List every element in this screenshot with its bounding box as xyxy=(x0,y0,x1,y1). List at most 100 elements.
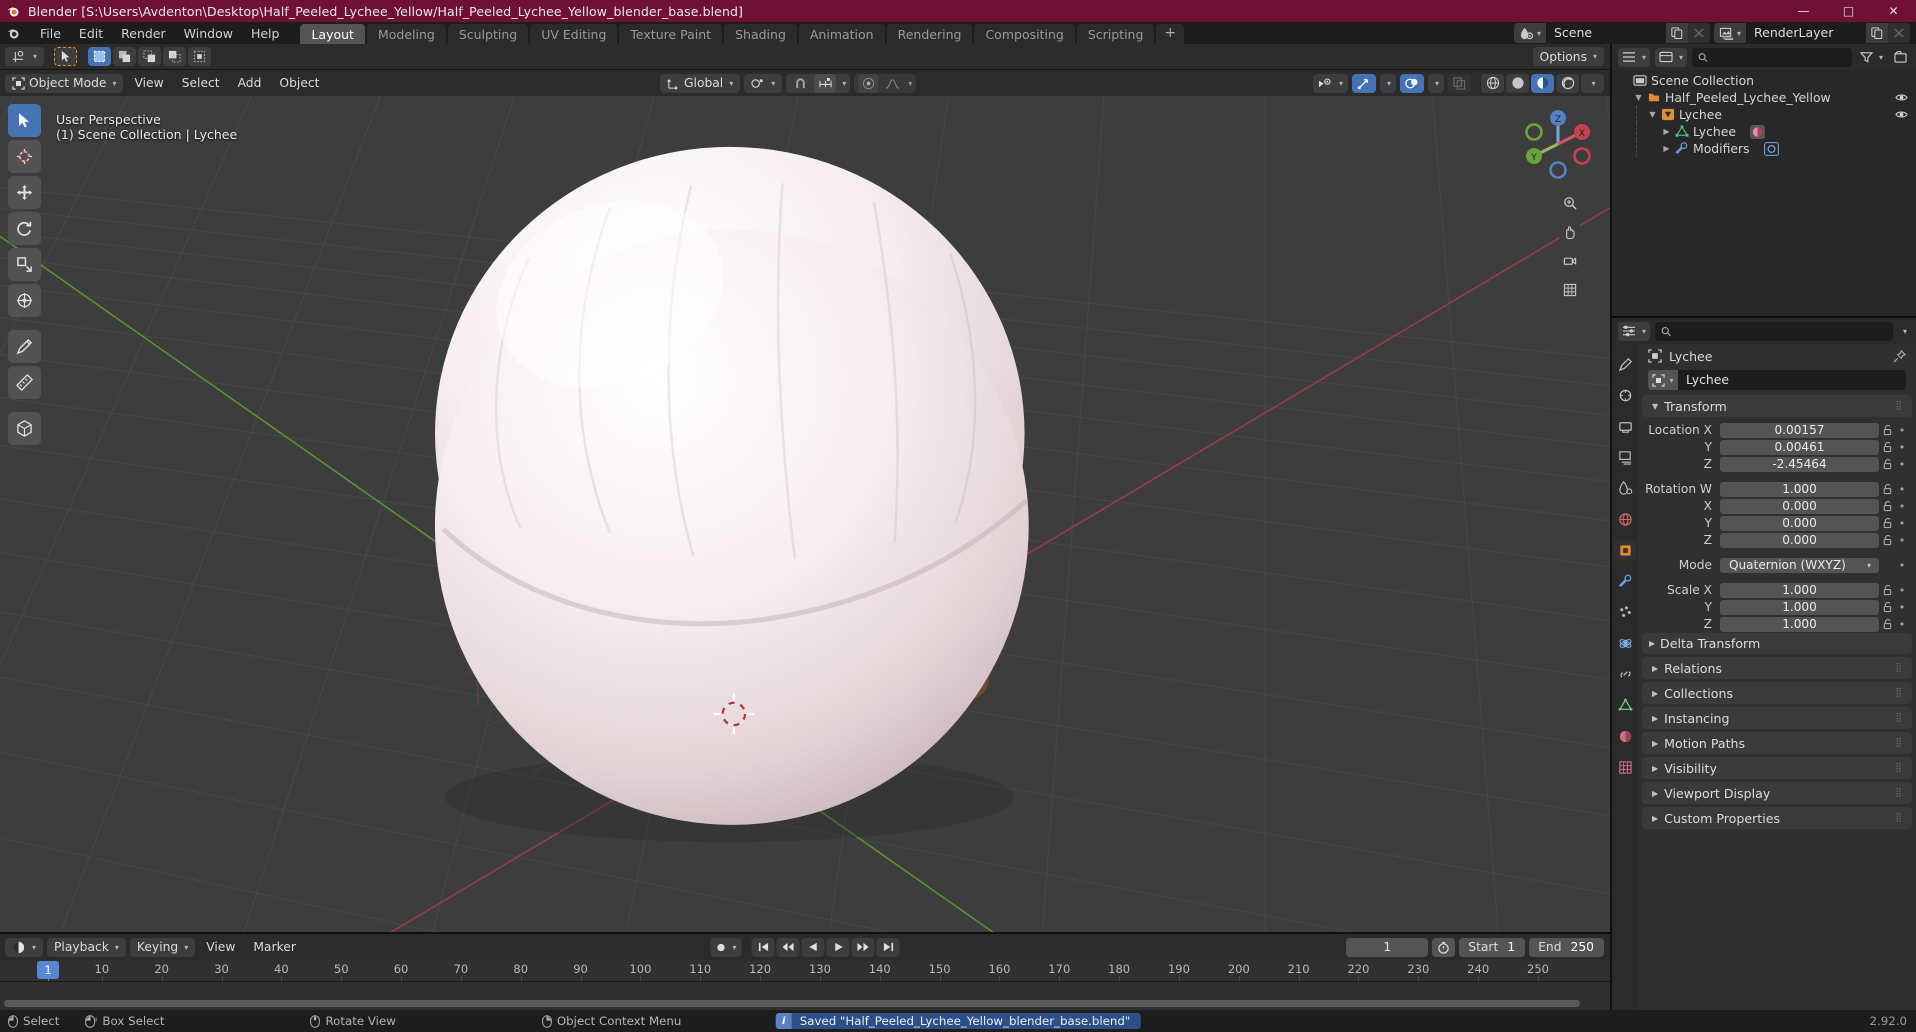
timeline-editor-type-selector[interactable]: ▾ xyxy=(5,937,44,957)
view-layer-icon[interactable]: ▾ xyxy=(1714,23,1746,43)
lock-icon[interactable] xyxy=(1879,441,1896,453)
property-value[interactable]: 1.000 xyxy=(1720,481,1879,497)
xray-toggle[interactable] xyxy=(1448,73,1471,93)
transform-tool[interactable] xyxy=(8,284,41,317)
play-icon[interactable] xyxy=(826,937,850,957)
select-intersect-icon[interactable] xyxy=(188,47,212,66)
tab-texture-paint[interactable]: Texture Paint xyxy=(619,24,723,44)
tab-scene[interactable] xyxy=(1614,478,1636,498)
new-scene-button[interactable] xyxy=(1666,23,1688,43)
lock-icon[interactable] xyxy=(1879,458,1896,470)
measure-tool[interactable] xyxy=(8,366,41,399)
toggle-ortho-icon[interactable] xyxy=(1558,278,1582,302)
outliner-row[interactable]: ▶ Modifiers xyxy=(1612,140,1916,157)
property-value[interactable]: 0.00461 xyxy=(1720,439,1879,455)
close-button[interactable]: ✕ xyxy=(1871,0,1916,22)
maximize-button[interactable]: □ xyxy=(1826,0,1871,22)
cursor-tool-icon[interactable] xyxy=(54,47,78,66)
menu-file[interactable]: File xyxy=(31,24,70,43)
menu-help[interactable]: Help xyxy=(242,24,289,43)
animate-property-icon[interactable]: • xyxy=(1896,517,1908,530)
add-workspace-button[interactable]: + xyxy=(1156,24,1185,44)
tab-scripting[interactable]: Scripting xyxy=(1076,24,1155,44)
scene-icon[interactable]: ▾ xyxy=(1514,23,1546,43)
tab-data[interactable] xyxy=(1614,695,1636,715)
tab-tool[interactable] xyxy=(1614,354,1636,374)
timeline-view-menu[interactable]: View xyxy=(199,938,242,957)
menu-window[interactable]: Window xyxy=(175,24,242,43)
select-extend-icon[interactable] xyxy=(113,47,137,66)
prev-keyframe-icon[interactable] xyxy=(776,937,800,957)
tab-animation[interactable]: Animation xyxy=(798,24,885,44)
animate-property-icon[interactable]: • xyxy=(1896,559,1908,572)
timeline-scrollbar[interactable] xyxy=(4,1000,1580,1007)
viewport-menu-select[interactable]: Select xyxy=(175,74,227,93)
panel-expand-icon[interactable]: ▶ xyxy=(1652,764,1658,773)
display-mode-selector[interactable]: ▾ xyxy=(1655,47,1688,67)
viewlayer-selector[interactable]: ▾ RenderLayer xyxy=(1714,23,1910,43)
outliner-expand-icon[interactable]: ▼ xyxy=(1632,93,1645,102)
hide-in-viewport-icon[interactable] xyxy=(1895,92,1908,103)
pin-icon[interactable] xyxy=(1893,349,1906,363)
properties-panel-header[interactable]: ▶ Viewport Display ⣿ xyxy=(1642,782,1912,804)
remove-viewlayer-button[interactable] xyxy=(1888,23,1910,43)
hide-in-viewport-icon[interactable] xyxy=(1895,109,1908,120)
panel-expand-icon[interactable]: ▶ xyxy=(1652,664,1658,673)
tab-output[interactable] xyxy=(1614,416,1636,436)
object-name-field[interactable]: Lychee xyxy=(1678,370,1906,390)
delta-transform-collapse-icon[interactable]: ▶ xyxy=(1649,639,1655,648)
tab-compositing[interactable]: Compositing xyxy=(974,24,1075,44)
animate-property-icon[interactable]: • xyxy=(1896,601,1908,614)
outliner-row[interactable]: ▼ Half_Peeled_Lychee_Yellow xyxy=(1612,89,1916,106)
outliner-row[interactable]: ▶ Lychee xyxy=(1612,123,1916,140)
solid-shading-icon[interactable] xyxy=(1506,73,1529,93)
frame-end-field[interactable]: End 250 xyxy=(1529,937,1604,957)
jump-end-icon[interactable] xyxy=(876,937,900,957)
properties-search[interactable] xyxy=(1655,321,1893,341)
tab-particles[interactable] xyxy=(1614,602,1636,622)
property-value[interactable]: 0.000 xyxy=(1720,498,1879,514)
rotate-tool[interactable] xyxy=(8,212,41,245)
lock-icon[interactable] xyxy=(1879,584,1896,596)
tweak-tool[interactable] xyxy=(8,104,41,137)
snap-magnet-icon[interactable] xyxy=(790,73,811,93)
properties-options-icon[interactable]: ▾ xyxy=(1898,322,1910,341)
timeline-track-area[interactable] xyxy=(0,982,1610,1010)
transform-panel-header[interactable]: ▼ Transform ⣿ xyxy=(1642,395,1912,417)
animate-property-icon[interactable]: • xyxy=(1896,483,1908,496)
proportional-edit-group[interactable]: ▾ xyxy=(854,73,917,93)
animate-property-icon[interactable]: • xyxy=(1896,441,1908,454)
panel-expand-icon[interactable]: ▶ xyxy=(1652,714,1658,723)
animate-property-icon[interactable]: • xyxy=(1896,458,1908,471)
panel-expand-icon[interactable]: ▶ xyxy=(1652,689,1658,698)
animate-property-icon[interactable]: • xyxy=(1896,534,1908,547)
properties-panel-header[interactable]: ▶ Motion Paths ⣿ xyxy=(1642,732,1912,754)
scale-tool[interactable] xyxy=(8,248,41,281)
lock-icon[interactable] xyxy=(1879,424,1896,436)
falloff-curve-icon[interactable] xyxy=(882,74,902,93)
lock-icon[interactable] xyxy=(1879,601,1896,613)
auto-keying-toggle[interactable]: ▾ xyxy=(710,937,742,957)
outliner-row[interactable]: Scene Collection xyxy=(1612,72,1916,89)
tab-rendering[interactable]: Rendering xyxy=(886,24,973,44)
frame-start-field[interactable]: Start 1 xyxy=(1459,937,1526,957)
transform-orientation-selector[interactable]: Global ▾ xyxy=(660,73,741,93)
transform-collapse-icon[interactable]: ▼ xyxy=(1652,402,1658,411)
viewport-menu-object[interactable]: Object xyxy=(272,74,326,93)
jump-start-icon[interactable] xyxy=(751,937,775,957)
scene-selector[interactable]: ▾ Scene xyxy=(1514,23,1710,43)
select-subtract-icon[interactable] xyxy=(138,47,162,66)
use-preview-range-icon[interactable] xyxy=(1432,937,1456,957)
current-frame-field[interactable]: 1 xyxy=(1346,937,1429,957)
property-value[interactable]: -2.45464 xyxy=(1720,456,1879,472)
next-keyframe-icon[interactable] xyxy=(851,937,875,957)
properties-editor-type-selector[interactable]: ▾ xyxy=(1618,321,1651,341)
animate-property-icon[interactable]: • xyxy=(1896,618,1908,631)
overlay-options-dropdown[interactable]: ▾ xyxy=(1427,73,1444,93)
mode-selector[interactable]: Object Mode ▾ xyxy=(5,73,124,93)
panel-expand-icon[interactable]: ▶ xyxy=(1652,739,1658,748)
panel-expand-icon[interactable]: ▶ xyxy=(1652,789,1658,798)
tab-world[interactable] xyxy=(1614,509,1636,529)
delta-transform-panel-header[interactable]: ▶ Delta Transform xyxy=(1642,633,1912,654)
annotate-tool[interactable] xyxy=(8,330,41,363)
